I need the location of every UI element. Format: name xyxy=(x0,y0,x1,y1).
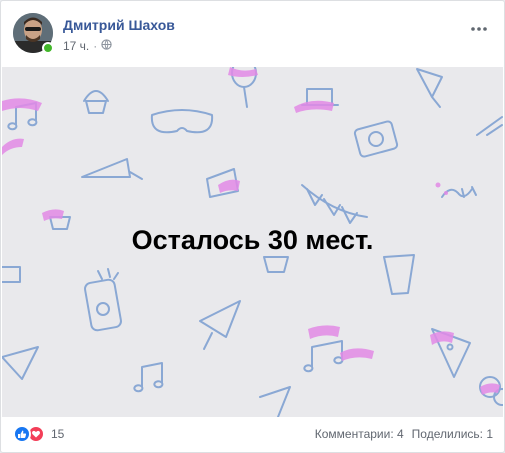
post-image[interactable]: Осталось 30 мест. xyxy=(2,67,503,417)
cupcake-icon-3 xyxy=(263,256,289,273)
cup-icon xyxy=(383,254,415,295)
online-status-icon xyxy=(42,42,54,54)
image-caption: Осталось 30 мест. xyxy=(131,225,374,255)
post-header: Дмитрий Шахов 17 ч. · xyxy=(13,13,493,57)
more-dots-icon[interactable] xyxy=(469,19,489,39)
cupcake-icon xyxy=(83,90,109,114)
reactions-summary[interactable]: 15 xyxy=(13,425,64,443)
mask-icon xyxy=(150,109,214,134)
music-note-icon-3 xyxy=(133,362,164,393)
pizza-icon-3 xyxy=(259,386,291,417)
comments-link[interactable]: Комментарии: 4 xyxy=(315,427,404,441)
shares-link[interactable]: Поделились: 1 xyxy=(412,427,493,441)
music-note-icon-2 xyxy=(303,340,344,373)
like-icon xyxy=(13,425,31,443)
horn-icon xyxy=(416,68,443,108)
author-name[interactable]: Дмитрий Шахов xyxy=(63,17,175,33)
camera-icon xyxy=(353,120,399,158)
post-meta: 17 ч. · xyxy=(63,39,112,53)
globe-icon[interactable] xyxy=(101,39,112,53)
post-footer: 15 Комментарии: 4 Поделились: 1 xyxy=(13,423,493,447)
confetti-pink xyxy=(2,98,42,111)
post-time[interactable]: 17 ч. xyxy=(63,39,89,53)
post-card: Дмитрий Шахов 17 ч. · Осталось 30 мест. … xyxy=(0,0,505,453)
party-hat-icon xyxy=(81,158,143,180)
pizza-icon xyxy=(2,346,39,380)
speaker-icon xyxy=(84,278,122,332)
cone-icon xyxy=(199,300,241,350)
meta-separator: · xyxy=(93,39,98,53)
avatar[interactable] xyxy=(13,13,54,54)
post-stats: Комментарии: 4 Поделились: 1 xyxy=(315,427,493,441)
reaction-count: 15 xyxy=(51,427,65,441)
